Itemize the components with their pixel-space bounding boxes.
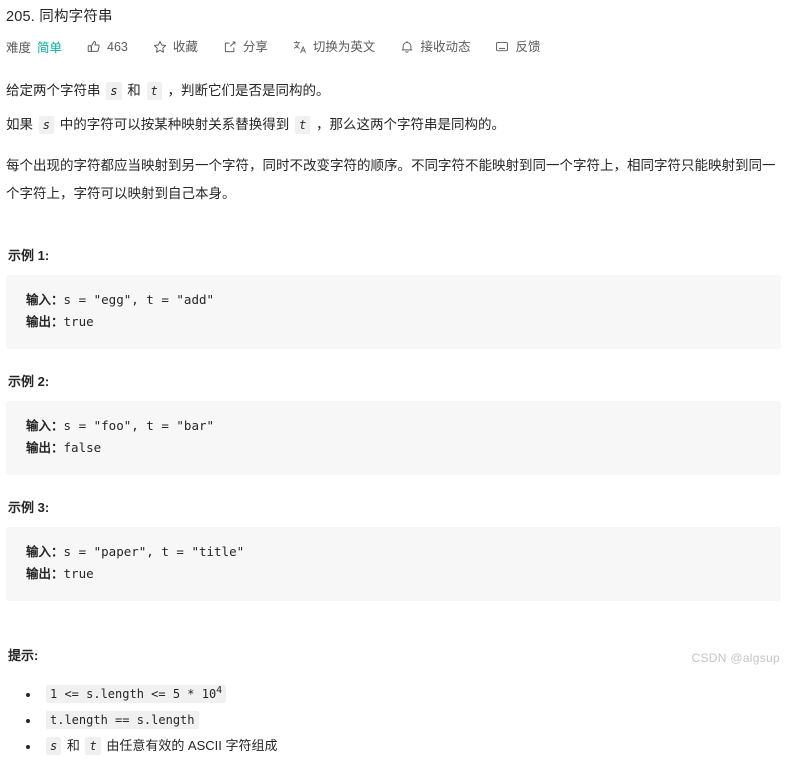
example-1-input-label: 输入： <box>26 293 64 307</box>
description-paragraph-1: 给定两个字符串 s 和 t ，判断它们是否是同构的。 <box>6 56 784 106</box>
example-3-input-value: s = "paper", t = "title" <box>63 544 245 559</box>
example-2-output-line: 输出：false <box>26 437 761 459</box>
translate-icon <box>293 40 307 54</box>
example-3-input-label: 输入： <box>26 545 64 559</box>
example-1-input-line: 输入：s = "egg", t = "add" <box>26 289 761 311</box>
example-2-code-block: 输入：s = "foo", t = "bar" 输出：false <box>6 401 781 475</box>
list-item: s 和 t 由任意有效的 ASCII 字符组成 <box>40 733 784 759</box>
example-2-output-label: 输出： <box>26 441 64 455</box>
example-3-input-line: 输入：s = "paper", t = "title" <box>26 541 761 563</box>
hint-1-exponent: 4 <box>216 685 223 696</box>
switch-language-button[interactable]: 切换为英文 <box>293 39 376 54</box>
subscribe-label: 接收动态 <box>420 39 471 54</box>
hints-list: 1 <= s.length <= 5 * 104 t.length == s.l… <box>6 664 784 759</box>
comment-icon <box>495 40 509 54</box>
example-1-output-line: 输出：true <box>26 311 761 333</box>
example-1-input-value: s = "egg", t = "add" <box>63 292 215 307</box>
share-button[interactable]: 分享 <box>223 40 268 54</box>
bell-icon <box>400 40 414 54</box>
difficulty-label: 难度 <box>6 41 32 55</box>
thumbs-up-icon <box>87 40 101 54</box>
inline-code-t: t <box>295 116 311 134</box>
share-icon <box>223 40 237 54</box>
inline-code-s: s <box>106 82 122 100</box>
desc-p1-text-2: 和 <box>123 83 145 98</box>
desc-p2-text-1: 如果 <box>6 117 37 132</box>
example-2-input-label: 输入： <box>26 419 64 433</box>
example-1-output-value: true <box>63 314 94 329</box>
watermark: CSDN @algsup <box>691 651 780 665</box>
example-1-code-block: 输入：s = "egg", t = "add" 输出：true <box>6 275 781 349</box>
subscribe-button[interactable]: 接收动态 <box>400 40 470 54</box>
example-3-code-block: 输入：s = "paper", t = "title" 输出：true <box>6 527 781 601</box>
hint-1-text: 1 <= s.length <= 5 * 10 <box>50 687 217 701</box>
list-item: t.length == s.length <box>40 707 784 733</box>
feedback-button[interactable]: 反馈 <box>495 40 540 54</box>
example-3-output-value: true <box>63 566 94 581</box>
desc-p2-text-3: ，那么这两个字符串是同构的。 <box>312 117 506 132</box>
favorite-label: 收藏 <box>172 39 198 54</box>
star-icon <box>153 40 167 54</box>
share-label: 分享 <box>242 39 268 54</box>
example-1-heading: 示例 1: <box>8 248 50 263</box>
hints-heading: 提示: <box>8 648 39 663</box>
like-button[interactable]: 463 <box>87 40 128 54</box>
difficulty-badge: 简单 <box>37 41 63 55</box>
desc-p1-text-3: ，判断它们是否是同构的。 <box>163 83 330 98</box>
favorite-button[interactable]: 收藏 <box>153 40 198 54</box>
example-3-output-line: 输出：true <box>26 563 761 585</box>
example-2-input-value: s = "foo", t = "bar" <box>63 418 215 433</box>
inline-code-s: s <box>46 737 62 755</box>
problem-content: 给定两个字符串 s 和 t ，判断它们是否是同构的。 如果 s 中的字符可以按某… <box>4 56 786 759</box>
example-3-heading: 示例 3: <box>8 500 50 515</box>
example-3-output-label: 输出： <box>26 567 64 581</box>
list-item: 1 <= s.length <= 5 * 104 <box>40 678 784 707</box>
problem-page: 205. 同构字符串 难度 简单 463 收藏 分享 切换为英文 接收动态 反馈… <box>0 0 790 755</box>
hint-3-text-2: 由任意有效的 ASCII 字符组成 <box>102 738 278 753</box>
description-paragraph-3: 每个出现的字符都应当映射到另一个字符，同时不改变字符的顺序。不同字符不能映射到同… <box>6 158 776 201</box>
example-2-output-value: false <box>63 440 102 455</box>
example-2-heading: 示例 2: <box>8 374 50 389</box>
difficulty-group: 难度 简单 <box>6 37 62 56</box>
inline-code-t: t <box>85 737 101 755</box>
feedback-label: 反馈 <box>515 39 541 54</box>
hint-3-text-1: 和 <box>63 738 84 753</box>
inline-code-s: s <box>38 116 54 134</box>
description-paragraph-2: 如果 s 中的字符可以按某种映射关系替换得到 t ，那么这两个字符串是同构的。 <box>6 106 784 140</box>
example-2-input-line: 输入：s = "foo", t = "bar" <box>26 415 761 437</box>
example-1-output-label: 输出： <box>26 315 64 329</box>
hint-code-1: 1 <= s.length <= 5 * 104 <box>46 685 227 703</box>
desc-p2-text-2: 中的字符可以按某种映射关系替换得到 <box>56 117 294 132</box>
problem-meta-toolbar: 难度 简单 463 收藏 分享 切换为英文 接收动态 反馈 <box>4 28 786 56</box>
switch-language-label: 切换为英文 <box>312 39 376 54</box>
like-count: 463 <box>107 39 128 54</box>
inline-code-t: t <box>146 82 162 100</box>
page-title: 205. 同构字符串 <box>6 9 113 25</box>
desc-p1-text-1: 给定两个字符串 <box>6 83 105 98</box>
hint-code-2: t.length == s.length <box>46 711 199 729</box>
